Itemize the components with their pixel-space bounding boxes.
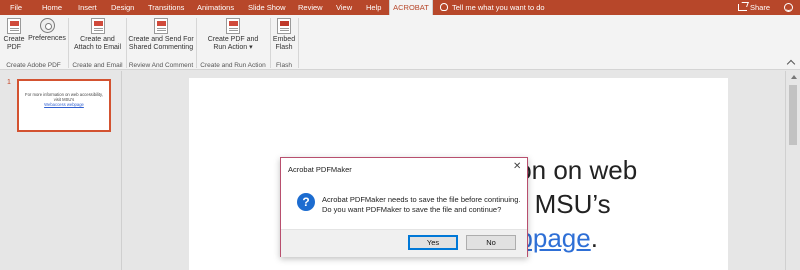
embed-flash-button[interactable]: Embed Flash — [271, 15, 297, 61]
close-icon[interactable]: ✕ — [513, 162, 521, 172]
action-pdf-icon — [226, 18, 240, 34]
tab-animations[interactable]: Animations — [197, 0, 234, 15]
scroll-up-arrow-icon[interactable] — [791, 75, 797, 79]
group-review-and-comment: Review And Comment — [128, 62, 194, 69]
tab-home[interactable]: Home — [42, 0, 62, 15]
thumbnail-text: For more information on web accessibilit… — [23, 92, 105, 107]
yes-button[interactable]: Yes — [408, 235, 458, 250]
create-pdf-label-2: PDF — [7, 44, 21, 51]
slide-thumbnails-pane: 1 For more information on web accessibil… — [0, 71, 122, 270]
gear-icon — [39, 18, 55, 33]
group-create-and-email: Create and Email — [72, 62, 123, 69]
slide-thumbnail[interactable]: For more information on web accessibilit… — [17, 79, 111, 132]
acrobat-ribbon: Create PDF Preferences Create Adobe PDF … — [0, 15, 800, 70]
embed-flash-label-2: Flash — [275, 44, 293, 51]
feedback-smiley-icon[interactable] — [784, 3, 793, 12]
run-action-label-1: Create PDF and — [207, 36, 259, 43]
dialog-message-line-1: Acrobat PDFMaker needs to save the file … — [322, 195, 521, 204]
collapse-ribbon-icon[interactable] — [786, 59, 796, 69]
attach-email-label-1: Create and — [80, 36, 115, 43]
share-button[interactable]: Share — [738, 0, 770, 15]
lightbulb-icon — [440, 3, 448, 11]
create-pdf-label-1: Create — [3, 36, 25, 43]
no-button[interactable]: No — [466, 235, 516, 250]
comment-pdf-icon — [154, 18, 168, 34]
tab-view[interactable]: View — [336, 0, 352, 15]
share-label: Share — [750, 3, 771, 12]
thumbnail-link: Webaccess webpage — [44, 102, 84, 107]
pdfmaker-dialog: Acrobat PDFMaker ✕ ? Acrobat PDFMaker ne… — [280, 157, 528, 257]
preferences-label: Preferences — [28, 35, 66, 42]
tab-design[interactable]: Design — [111, 0, 134, 15]
run-action-label-2: Run Action ▾ — [213, 44, 253, 51]
preferences-button[interactable]: Preferences — [27, 15, 67, 61]
slide-period: . — [590, 223, 598, 253]
email-pdf-icon — [90, 18, 105, 34]
tab-help[interactable]: Help — [366, 0, 381, 15]
share-icon — [738, 4, 747, 11]
create-pdf-icon — [7, 18, 21, 34]
attach-email-label-2: Attach to Email — [73, 44, 122, 51]
shared-commenting-button[interactable]: Create and Send For Shared Commenting — [127, 15, 195, 61]
ribbon-separator — [298, 18, 299, 68]
tab-review[interactable]: Review — [298, 0, 323, 15]
tab-transitions[interactable]: Transitions — [148, 0, 184, 15]
dialog-message-line-2: Do you want PDFMaker to save the file an… — [322, 205, 502, 214]
thumbnail-body: For more information on web accessibilit… — [25, 92, 103, 102]
ribbon-tab-bar: File Home Insert Design Transitions Anim… — [0, 0, 800, 15]
question-icon: ? — [297, 193, 315, 211]
slide-number: 1 — [7, 79, 11, 86]
vertical-scrollbar[interactable] — [785, 71, 800, 270]
run-action-button[interactable]: Create PDF and Run Action ▾ — [198, 15, 268, 61]
tab-slide-show[interactable]: Slide Show — [248, 0, 286, 15]
group-flash: Flash — [276, 62, 292, 69]
shared-commenting-label-1: Create and Send For — [128, 36, 194, 43]
embed-flash-label-1: Embed — [272, 36, 296, 43]
dialog-message: Acrobat PDFMaker needs to save the file … — [322, 195, 522, 215]
tab-acrobat[interactable]: ACROBAT — [389, 0, 433, 15]
group-create-and-run-action: Create and Run Action — [200, 62, 266, 69]
dialog-button-bar: Yes No — [281, 229, 527, 257]
shared-commenting-label-2: Shared Commenting — [128, 44, 194, 51]
tell-me-text: Tell me what you want to do — [452, 3, 545, 12]
create-pdf-button[interactable]: Create PDF — [2, 15, 26, 61]
tell-me-search[interactable]: Tell me what you want to do — [440, 0, 545, 15]
tab-file[interactable]: File — [10, 0, 22, 15]
scrollbar-thumb[interactable] — [789, 85, 797, 145]
dialog-title: Acrobat PDFMaker — [288, 165, 352, 174]
flash-icon — [277, 18, 291, 34]
attach-to-email-button[interactable]: Create and Attach to Email — [70, 15, 125, 61]
group-create-adobe-pdf: Create Adobe PDF — [6, 62, 61, 69]
tab-insert[interactable]: Insert — [78, 0, 97, 15]
